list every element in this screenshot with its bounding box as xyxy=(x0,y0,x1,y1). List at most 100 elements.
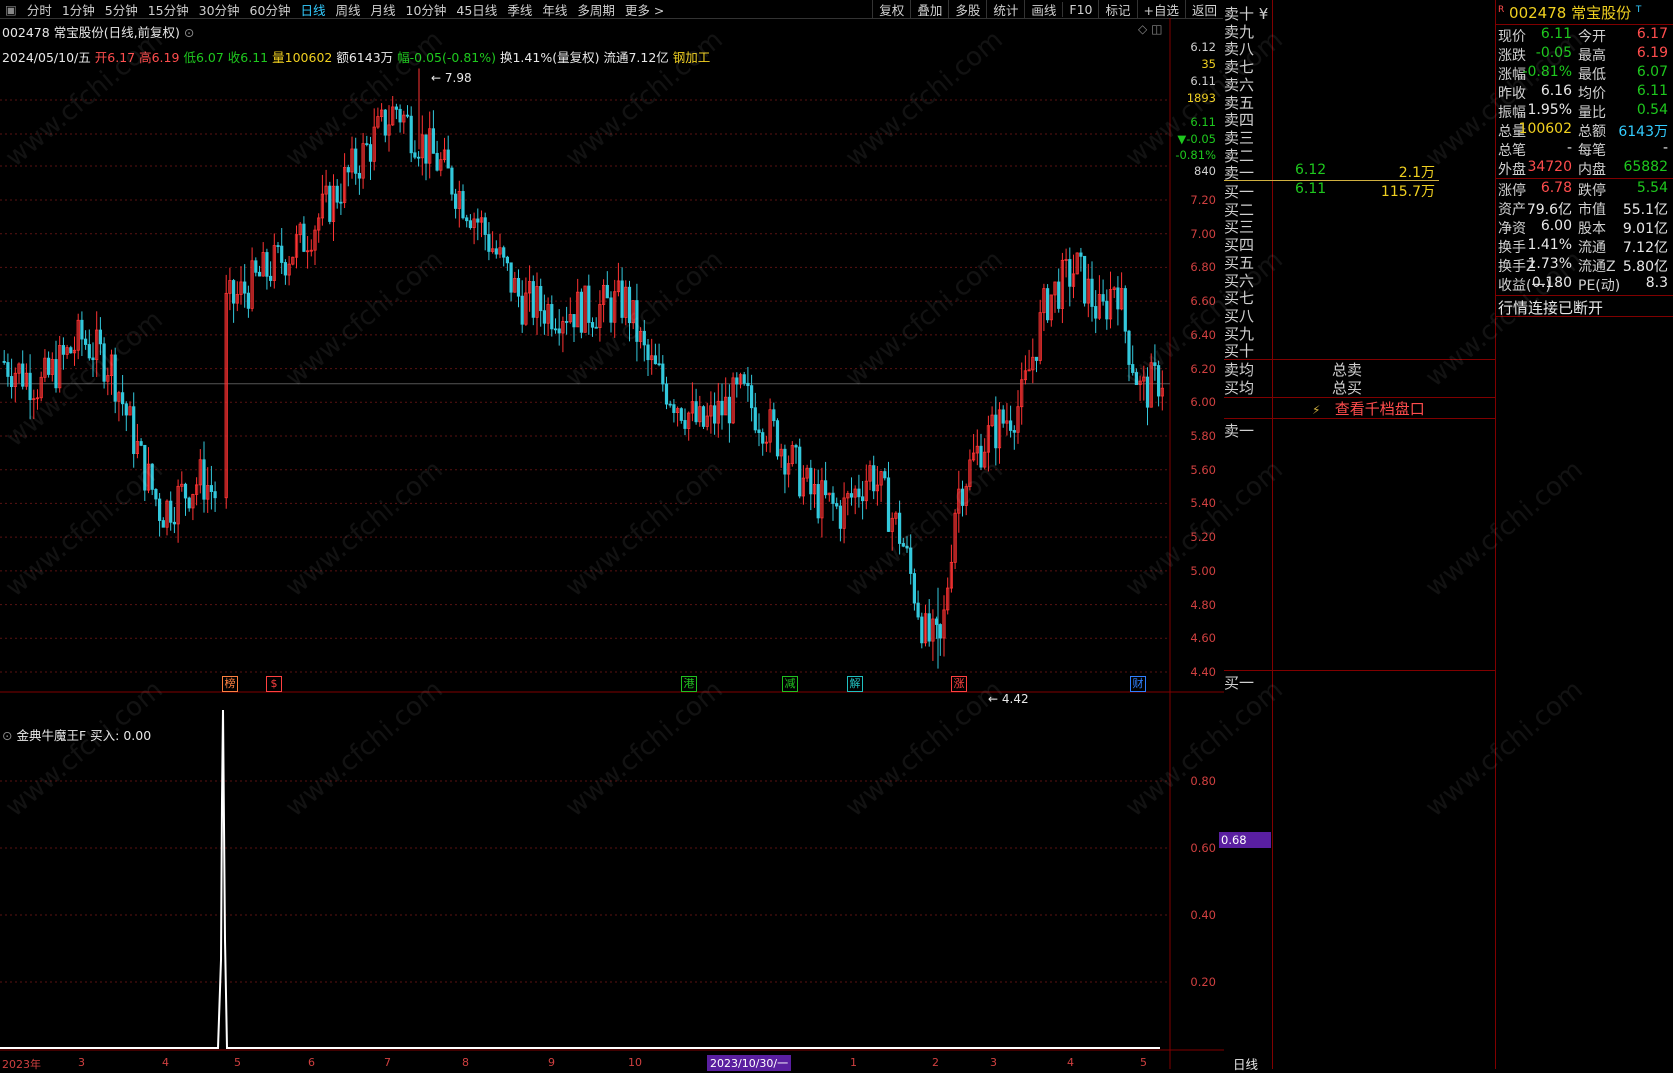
period-tab[interactable]: 更多 > xyxy=(620,0,669,19)
sell-level-row[interactable]: 卖五 xyxy=(1224,92,1434,112)
quote-value: 79.6亿 xyxy=(1526,202,1572,218)
candle-body xyxy=(672,404,676,413)
price-axis-label: 6.40 xyxy=(1190,327,1216,342)
sell-level-row[interactable]: 卖七 xyxy=(1224,56,1434,76)
sell-level-row[interactable]: 卖九 xyxy=(1224,21,1434,41)
event-marker[interactable]: 减 xyxy=(782,676,798,692)
period-tab[interactable]: 日线 xyxy=(295,0,330,19)
quote-label: 流通Z xyxy=(1578,259,1616,275)
candle-body xyxy=(1127,330,1131,365)
candle-body xyxy=(746,382,750,387)
event-marker[interactable]: 涨 xyxy=(951,676,967,692)
quote-value: 1.41% xyxy=(1527,237,1572,253)
buy-level-row[interactable]: 买七 xyxy=(1224,287,1434,307)
candle-body xyxy=(916,602,920,618)
candle-body xyxy=(920,616,924,644)
candle-body xyxy=(642,330,646,346)
period-tab[interactable]: 45日线 xyxy=(451,0,502,19)
buy-level-row[interactable]: 买八 xyxy=(1224,305,1434,325)
event-marker[interactable]: $ xyxy=(266,676,282,692)
period-tab[interactable]: 周线 xyxy=(330,0,365,19)
quote-row: 涨停 6.78 跌停 5.54 xyxy=(1498,180,1670,199)
toolbar-button[interactable]: 画线 xyxy=(1024,0,1062,19)
period-tab[interactable]: 10分钟 xyxy=(401,0,452,19)
candle-body xyxy=(657,363,661,366)
candle-body xyxy=(476,218,480,223)
xaxis-label: 6 xyxy=(308,1056,315,1069)
candle-body xyxy=(935,618,939,625)
buy-level-row[interactable]: 买三 xyxy=(1224,216,1434,236)
low-price-annotation: ← 4.42 xyxy=(988,692,1029,706)
buy-level-row[interactable]: 买十 xyxy=(1224,340,1434,360)
price-axis-top-info-item: 35 xyxy=(1201,57,1216,71)
xaxis-label: 8 xyxy=(462,1056,469,1069)
candle-body xyxy=(835,503,839,507)
candle-body xyxy=(1090,278,1094,307)
period-tab[interactable]: 年线 xyxy=(537,0,572,19)
period-tab[interactable]: 1分钟 xyxy=(57,0,100,19)
candle-body xyxy=(169,500,173,523)
quote-value: 34720 xyxy=(1527,159,1572,175)
toolbar-menu-icon[interactable]: ▣ xyxy=(0,2,22,17)
event-marker[interactable]: 解 xyxy=(847,676,863,692)
candle-body xyxy=(383,109,387,136)
candle-body xyxy=(172,521,176,525)
event-marker[interactable]: 榜 xyxy=(222,676,238,692)
sell-level-row[interactable]: 卖六 xyxy=(1224,74,1434,94)
quote-row: 涨幅 -0.81% 最低 6.07 xyxy=(1498,64,1670,83)
candle-body xyxy=(520,295,524,325)
quote-row: 净资 6.00 股本 9.01亿 xyxy=(1498,218,1670,237)
quote-value: 6.17 xyxy=(1636,26,1668,42)
candle-body xyxy=(927,613,931,642)
period-tab[interactable]: 多周期 xyxy=(572,0,620,19)
period-label[interactable]: 日线 xyxy=(1233,1054,1258,1073)
buy-level-row[interactable]: 买二 xyxy=(1224,199,1434,219)
candle-body xyxy=(816,484,820,519)
quote-row: 昨收 6.16 均价 6.11 xyxy=(1498,83,1670,102)
sell-level-row[interactable]: 卖四 xyxy=(1224,109,1434,129)
quote-label: 内盘 xyxy=(1578,162,1606,178)
quote-row: 换手 1.41% 流通 7.12亿 xyxy=(1498,237,1670,256)
period-tab[interactable]: 30分钟 xyxy=(194,0,245,19)
candle-body xyxy=(1153,362,1157,366)
buy1-price: 6.11 xyxy=(1295,181,1327,197)
period-tab[interactable]: 分时 xyxy=(22,0,57,19)
sell-level-row[interactable]: 卖三 xyxy=(1224,127,1434,147)
toolbar-button[interactable]: 多股 xyxy=(948,0,986,19)
period-tab[interactable]: 5分钟 xyxy=(100,0,143,19)
candle-body xyxy=(161,520,165,528)
period-tab[interactable]: 季线 xyxy=(502,0,537,19)
orderbook-divider xyxy=(1224,670,1495,671)
candle-body xyxy=(720,400,724,416)
sell-level-row[interactable]: 卖八 xyxy=(1224,38,1434,58)
sell-level-row[interactable]: 卖十 ¥ xyxy=(1224,3,1434,23)
quote-label: 现价 xyxy=(1498,29,1526,45)
xaxis-label: 5 xyxy=(1140,1056,1147,1069)
indicator-toggle-icon[interactable]: ⊙ xyxy=(2,728,12,743)
toolbar-button[interactable]: F10 xyxy=(1062,1,1098,17)
period-tab[interactable]: 15分钟 xyxy=(143,0,194,19)
toolbar-button[interactable]: 统计 xyxy=(986,0,1024,19)
buy-level-row[interactable]: 买五 xyxy=(1224,252,1434,272)
view-thousand-label: 查看千档盘口 xyxy=(1334,400,1425,418)
toolbar-button[interactable]: +自选 xyxy=(1136,0,1185,19)
toolbar-button[interactable]: 复权 xyxy=(872,0,910,19)
toolbar-button[interactable]: 标记 xyxy=(1098,0,1136,19)
buy-level-row[interactable]: 买六 xyxy=(1224,270,1434,290)
candle-body xyxy=(635,300,639,342)
view-thousand-button[interactable]: ⚡ 查看千档盘口 xyxy=(1312,398,1425,419)
quote-value: 6.11 xyxy=(1540,26,1572,42)
event-marker[interactable]: 财 xyxy=(1130,676,1146,692)
toolbar-button[interactable]: 返回 xyxy=(1184,0,1223,19)
sell-level-row[interactable]: 卖二 xyxy=(1224,145,1434,165)
candle-body xyxy=(587,285,591,323)
buy-level-row[interactable]: 买四 xyxy=(1224,234,1434,254)
candle-body xyxy=(453,193,458,209)
buy-level-row[interactable]: 买九 xyxy=(1224,323,1434,343)
period-tab[interactable]: 60分钟 xyxy=(245,0,296,19)
indicator-name[interactable]: 金典牛魔王F xyxy=(16,728,86,743)
toolbar-button[interactable]: 叠加 xyxy=(910,0,948,19)
quote-label: 均价 xyxy=(1578,86,1606,102)
event-marker[interactable]: 港 xyxy=(681,676,697,692)
period-tab[interactable]: 月线 xyxy=(365,0,400,19)
